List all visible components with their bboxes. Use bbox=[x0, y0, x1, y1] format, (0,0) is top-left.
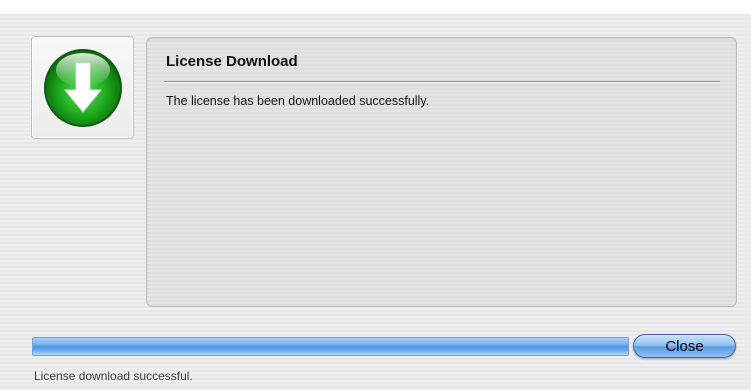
icon-frame bbox=[31, 36, 134, 139]
progress-bar bbox=[32, 337, 629, 356]
message-panel: License Download The license has been do… bbox=[146, 37, 737, 307]
close-button[interactable]: Close bbox=[633, 334, 736, 358]
status-text: License download successful. bbox=[34, 369, 193, 383]
title-divider bbox=[164, 81, 720, 83]
top-band bbox=[0, 0, 751, 14]
progress-fill bbox=[33, 338, 628, 355]
dialog-message: The license has been downloaded successf… bbox=[166, 94, 430, 108]
dialog-title: License Download bbox=[166, 53, 298, 70]
license-download-window: License Download The license has been do… bbox=[0, 0, 751, 390]
download-arrow-icon bbox=[44, 49, 122, 127]
